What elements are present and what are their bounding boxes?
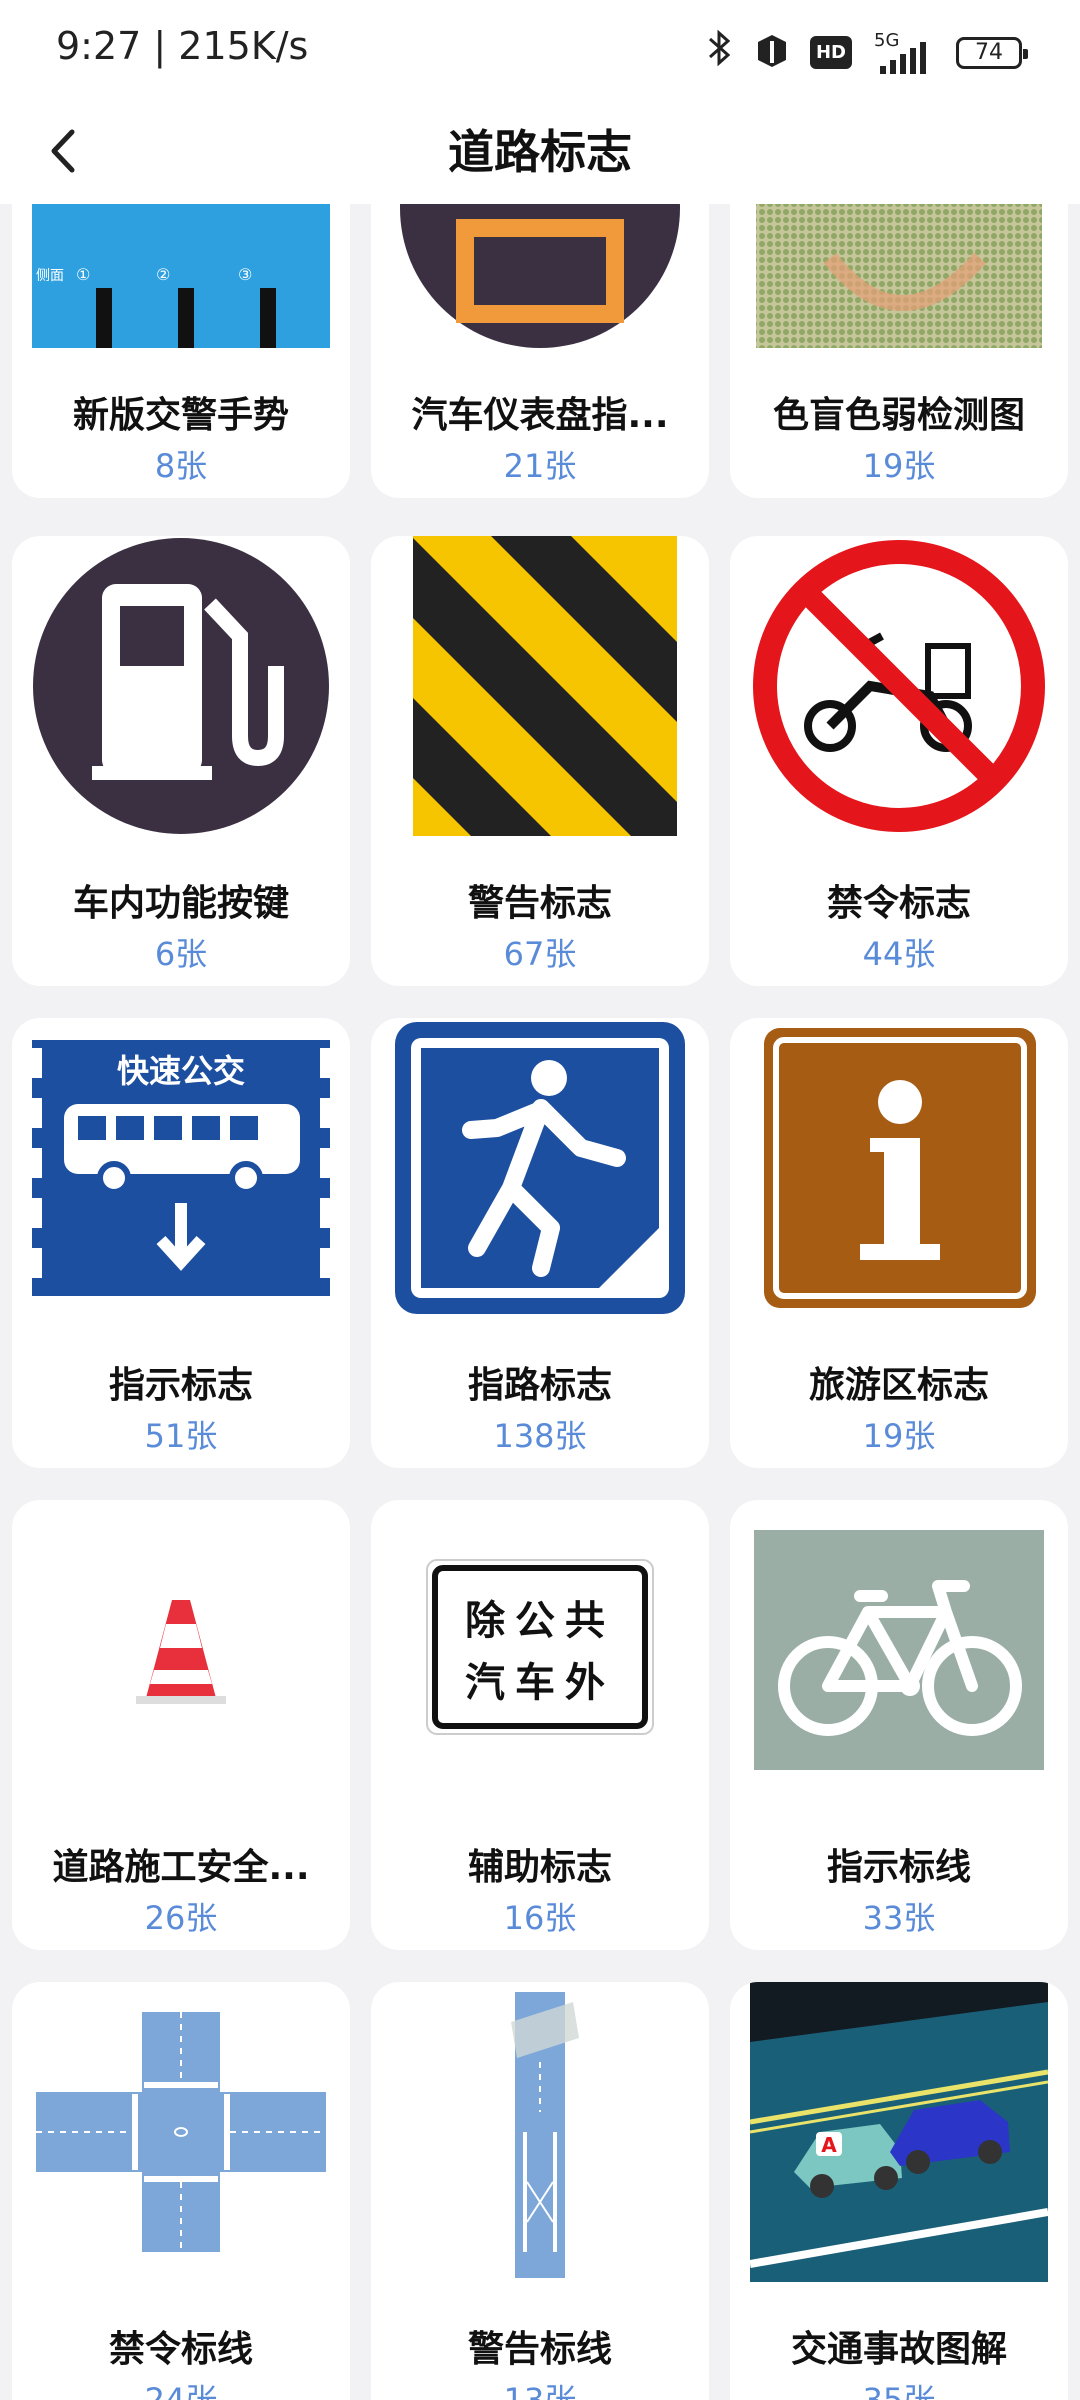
status-icons: HD 5G 74 [704,28,1028,77]
category-card[interactable]: 道路施工安全... 26张 [12,1500,350,1950]
category-count: 6张 [154,935,208,973]
category-count: 13张 [503,2381,577,2400]
category-card[interactable]: 禁令标线 24张 [12,1982,350,2400]
category-card[interactable]: 警告标线 13张 [371,1982,709,2400]
category-count: 138张 [493,1417,587,1455]
category-name: 车内功能按键 [72,883,289,924]
aux-sign-line2: 汽车外 [465,1660,615,1706]
gesture-num-1: ① [76,265,90,284]
category-card[interactable]: 汽车仪表盘指... 21张 [371,204,709,498]
category-count: 8张 [154,447,208,485]
thumbnail-emergency-exit [391,1018,689,1318]
aux-sign-line1: 除公共 [465,1598,615,1644]
category-name: 禁令标志 [826,883,971,924]
category-name: 指路标志 [467,1365,612,1406]
category-count: 44张 [862,935,936,973]
traffic-cone-icon [136,1600,226,1704]
category-count: 35张 [862,2381,936,2400]
info-icon [764,1028,1036,1308]
category-card[interactable]: 快速公交 指示标志 51张 [12,1018,350,1468]
category-card[interactable]: A 交通事故图解 35张 [730,1982,1068,2400]
thumbnail-traffic-police-gesture: 侧面 ① ② ③ [32,204,330,348]
category-count: 24张 [144,2381,218,2400]
category-count: 51张 [144,1417,218,1455]
category-card[interactable]: 侧面 ① ② ③ 新版交警手势 8张 [12,204,350,498]
title-bar: 道路标志 [0,100,1080,204]
category-count: 67张 [503,935,577,973]
status-bar: 9:27 | 215K/s HD 5G 74 [0,0,1080,100]
category-name: 禁令标线 [108,2329,253,2370]
category-card[interactable]: 禁令标志 44张 [730,536,1068,986]
category-card[interactable]: 警告标志 67张 [371,536,709,986]
thumbnail-information [750,1018,1048,1318]
category-name: 指示标志 [108,1365,253,1406]
bicycle-icon [754,1530,1044,1770]
category-name: 交通事故图解 [790,2329,1007,2370]
category-name: 汽车仪表盘指... [411,395,669,436]
car-a-label: A [821,2133,837,2157]
thumbnail-bicycle-lane [750,1500,1048,1800]
no-tricycle-sign-icon [753,540,1045,832]
bus-lane-text: 快速公交 [117,1052,245,1090]
category-card[interactable]: 指示标线 33张 [730,1500,1068,1950]
category-card[interactable]: 色盲色弱检测图 19张 [730,204,1068,498]
battery-icon: 74 [956,36,1028,69]
category-count: 16张 [503,1899,577,1937]
category-card[interactable]: 除公共 汽车外 辅助标志 16张 [371,1500,709,1950]
category-name: 色盲色弱检测图 [772,395,1025,436]
category-name: 警告标线 [467,2329,612,2370]
category-grid: 侧面 ① ② ③ 新版交警手势 8张 汽车仪表盘指... 21张 色盲色弱检测图… [0,204,1080,2400]
fuel-pump-icon [33,538,329,834]
page-title: 道路标志 [448,125,632,179]
category-card[interactable]: 车内功能按键 6张 [12,536,350,986]
thumbnail-warning-stripes [391,536,689,836]
thumbnail-no-tricycle [750,536,1048,836]
gesture-num-3: ③ [238,265,252,284]
category-name: 辅助标志 [467,1847,612,1888]
category-name: 指示标线 [826,1847,971,1888]
category-card[interactable]: 指路标志 138张 [371,1018,709,1468]
running-person-icon [395,1022,685,1314]
category-name: 旅游区标志 [808,1365,989,1406]
category-name: 新版交警手势 [72,395,289,436]
category-card[interactable]: 旅游区标志 19张 [730,1018,1068,1468]
thumbnail-dashboard-indicator [391,204,689,348]
shield-icon [756,33,788,73]
thumbnail-road-strip [391,1982,689,2282]
thumbnail-color-blind-test [750,204,1048,348]
category-name: 道路施工安全... [52,1847,310,1888]
category-count: 19张 [862,1417,936,1455]
signal-icon: 5G [874,30,934,74]
thumbnail-fuel-pump [32,536,330,836]
battery-level: 74 [975,40,1003,65]
status-time: 9:27 | 215K/s [56,24,309,68]
category-count: 19张 [862,447,936,485]
category-count: 21张 [503,447,577,485]
category-count: 33张 [862,1899,936,1937]
gesture-num-2: ② [156,265,170,284]
category-count: 26张 [144,1899,218,1937]
thumbnail-auxiliary-sign: 除公共 汽车外 [391,1500,689,1800]
category-name: 警告标志 [467,883,612,924]
thumbnail-bus-lane: 快速公交 [32,1018,330,1318]
hd-badge: HD [809,36,852,69]
thumbnail-traffic-cone [32,1500,330,1800]
bluetooth-icon [704,28,734,77]
gesture-side-label: 侧面 [36,268,64,284]
thumbnail-accident-diagram: A [750,1982,1048,2282]
thumbnail-intersection [32,1982,330,2282]
